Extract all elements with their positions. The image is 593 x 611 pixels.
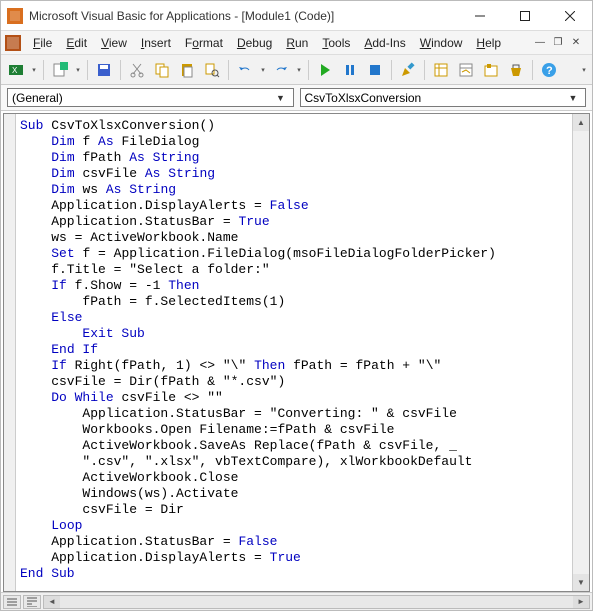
svg-text:X: X bbox=[12, 66, 18, 75]
code-editor[interactable]: Sub CsvToXlsxConversion() Dim f As FileD… bbox=[16, 114, 572, 591]
scope-combo[interactable]: (General) ▼ bbox=[7, 88, 294, 107]
insert-module-button[interactable] bbox=[49, 59, 71, 81]
view-excel-button[interactable]: X bbox=[5, 59, 27, 81]
find-button[interactable] bbox=[201, 59, 223, 81]
toolbox-button[interactable] bbox=[505, 59, 527, 81]
svg-text:?: ? bbox=[546, 65, 553, 77]
insert-module-dropdown[interactable]: ▾ bbox=[74, 66, 82, 74]
scroll-up-button[interactable]: ▲ bbox=[573, 114, 589, 131]
menu-help[interactable]: Help bbox=[470, 34, 507, 52]
procedure-view-button[interactable] bbox=[3, 595, 21, 609]
excel-system-icon[interactable] bbox=[5, 35, 21, 51]
chevron-down-icon: ▼ bbox=[565, 93, 581, 103]
view-selector-strip: ◄ ► bbox=[1, 592, 592, 610]
paste-button[interactable] bbox=[176, 59, 198, 81]
menu-addins[interactable]: Add-Ins bbox=[358, 34, 411, 52]
menu-run[interactable]: Run bbox=[280, 34, 314, 52]
menu-bar: File Edit View Insert Format Debug Run T… bbox=[1, 31, 592, 55]
mdi-close-button[interactable]: ✕ bbox=[568, 36, 584, 50]
full-module-view-button[interactable] bbox=[23, 595, 41, 609]
procedure-value: CsvToXlsxConversion bbox=[305, 91, 422, 105]
design-mode-button[interactable] bbox=[397, 59, 419, 81]
window-minimize-button[interactable] bbox=[457, 1, 502, 30]
margin-indicator-bar[interactable] bbox=[4, 114, 16, 591]
object-browser-button[interactable] bbox=[480, 59, 502, 81]
run-button[interactable] bbox=[314, 59, 336, 81]
menu-insert[interactable]: Insert bbox=[135, 34, 177, 52]
copy-button[interactable] bbox=[151, 59, 173, 81]
redo-dropdown[interactable]: ▾ bbox=[295, 66, 303, 74]
scroll-down-button[interactable]: ▼ bbox=[573, 574, 589, 591]
cut-button[interactable] bbox=[126, 59, 148, 81]
properties-window-button[interactable] bbox=[455, 59, 477, 81]
undo-button[interactable] bbox=[234, 59, 256, 81]
menu-edit[interactable]: Edit bbox=[60, 34, 93, 52]
code-pane: Sub CsvToXlsxConversion() Dim f As FileD… bbox=[3, 113, 590, 592]
menu-format[interactable]: Format bbox=[179, 34, 229, 52]
procedure-combo[interactable]: CsvToXlsxConversion ▼ bbox=[300, 88, 587, 107]
title-bar: Microsoft Visual Basic for Applications … bbox=[1, 1, 592, 31]
window-maximize-button[interactable] bbox=[502, 1, 547, 30]
scope-value: (General) bbox=[12, 91, 63, 105]
toolbar-overflow[interactable]: ▾ bbox=[580, 66, 588, 74]
chevron-down-icon: ▼ bbox=[273, 93, 289, 103]
scroll-left-button[interactable]: ◄ bbox=[44, 596, 60, 608]
menu-window[interactable]: Window bbox=[414, 34, 469, 52]
horizontal-scrollbar[interactable]: ◄ ► bbox=[43, 595, 590, 609]
mdi-restore-button[interactable]: ❐ bbox=[550, 36, 566, 50]
standard-toolbar: X ▾ ▾ ▾ ▾ ? ▾ bbox=[1, 55, 592, 85]
project-explorer-button[interactable] bbox=[430, 59, 452, 81]
undo-dropdown[interactable]: ▾ bbox=[259, 66, 267, 74]
window-title: Microsoft Visual Basic for Applications … bbox=[29, 9, 457, 23]
vertical-scrollbar[interactable]: ▲ ▼ bbox=[572, 114, 589, 591]
redo-button[interactable] bbox=[270, 59, 292, 81]
reset-button[interactable] bbox=[364, 59, 386, 81]
code-nav-bar: (General) ▼ CsvToXlsxConversion ▼ bbox=[1, 85, 592, 111]
scroll-right-button[interactable]: ► bbox=[573, 596, 589, 608]
menu-file[interactable]: File bbox=[27, 34, 58, 52]
menu-view[interactable]: View bbox=[95, 34, 133, 52]
menu-debug[interactable]: Debug bbox=[231, 34, 278, 52]
vba-app-icon bbox=[7, 8, 23, 24]
menu-tools[interactable]: Tools bbox=[316, 34, 356, 52]
help-button[interactable]: ? bbox=[538, 59, 560, 81]
mdi-minimize-button[interactable]: ― bbox=[532, 36, 548, 50]
save-button[interactable] bbox=[93, 59, 115, 81]
window-close-button[interactable] bbox=[547, 1, 592, 30]
view-excel-dropdown[interactable]: ▾ bbox=[30, 66, 38, 74]
break-button[interactable] bbox=[339, 59, 361, 81]
